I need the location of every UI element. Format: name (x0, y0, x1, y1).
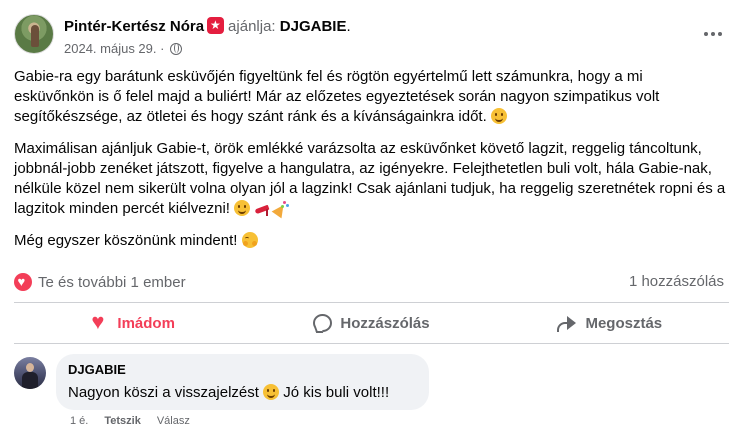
action-bar: Imádom Hozzászólás Megosztás (14, 304, 729, 342)
share-button[interactable]: Megosztás (491, 304, 729, 342)
comment-bubble: DJGABIE Nagyon köszi a visszajelzést Jó … (56, 354, 429, 410)
paragraph-text: Még egyszer köszönünk mindent! (14, 232, 238, 249)
divider (14, 302, 729, 303)
heart-icon (91, 311, 109, 333)
recommends-label: ajánlja: (228, 18, 276, 35)
love-button-label: Imádom (117, 314, 175, 332)
post-paragraph: Még egyszer köszönünk mindent! (14, 231, 726, 251)
post-date[interactable]: 2024. május 29. (64, 41, 157, 56)
comment-text-part: Nagyon köszi a visszajelzést (68, 384, 259, 401)
recommend-badge-icon (207, 17, 225, 34)
post-meta: 2024. május 29. · (64, 41, 183, 56)
share-button-label: Megosztás (585, 314, 663, 332)
recommended-page-link[interactable]: DJGABIE (280, 18, 347, 35)
party-popper-emoji-icon (272, 200, 290, 216)
post-header: Pintér-Kertész Nóra ajánlja: DJGABIE. 202… (14, 12, 729, 60)
comment-button[interactable]: Hozzászólás (252, 304, 490, 342)
comment-like-button[interactable]: Tetszik (104, 415, 140, 427)
reaction-text: Te és további 1 ember (38, 273, 186, 291)
love-reaction-icon (14, 273, 32, 291)
author-avatar[interactable] (14, 14, 54, 54)
author-line: Pintér-Kertész Nóra ajánlja: DJGABIE. (64, 17, 351, 35)
smile-emoji-icon (234, 200, 251, 216)
post-card: Pintér-Kertész Nóra ajánlja: DJGABIE. 202… (0, 0, 743, 434)
comment-text-part: Jó kis buli volt!!! (283, 384, 390, 401)
smile-emoji-icon (490, 108, 507, 124)
comment-meta: 1 é. Tetszik Válasz (70, 415, 190, 427)
reaction-summary: Te és további 1 ember 1 hozzászólás (14, 271, 729, 293)
comment-author[interactable]: DJGABIE (68, 362, 417, 378)
period: . (346, 18, 351, 35)
post-paragraph: Gabie-ra egy barátunk esküvőjén figyeltü… (14, 67, 726, 127)
post-paragraph: Maximálisan ajánljuk Gabie-t, örök emlék… (14, 139, 726, 219)
share-icon (557, 314, 577, 332)
comment-count[interactable]: 1 hozzászólás (629, 273, 724, 290)
comment-icon (313, 314, 333, 332)
more-options-icon[interactable] (701, 24, 725, 44)
paragraph-text: Gabie-ra egy barátunk esküvőjén figyeltü… (14, 68, 660, 125)
divider (14, 343, 729, 344)
globe-icon (170, 43, 183, 55)
commenter-avatar[interactable] (14, 357, 46, 389)
author-name[interactable]: Pintér-Kertész Nóra (64, 18, 204, 35)
meta-separator: · (160, 41, 165, 56)
high-heel-emoji-icon (254, 200, 272, 216)
smile-emoji-icon (263, 384, 280, 400)
comment-button-label: Hozzászólás (340, 314, 430, 332)
love-button[interactable]: Imádom (14, 304, 252, 342)
paragraph-text: Maximálisan ajánljuk Gabie-t, örök emlék… (14, 140, 726, 217)
comment-time[interactable]: 1 é. (70, 415, 88, 427)
hugging-face-emoji-icon (241, 232, 258, 248)
comment-text: Nagyon köszi a visszajelzést Jó kis buli… (68, 382, 417, 404)
comment-reply-button[interactable]: Válasz (157, 415, 190, 427)
post-body: Gabie-ra egy barátunk esküvőjén figyeltü… (14, 67, 726, 263)
reaction-count[interactable]: Te és további 1 ember (14, 273, 186, 291)
